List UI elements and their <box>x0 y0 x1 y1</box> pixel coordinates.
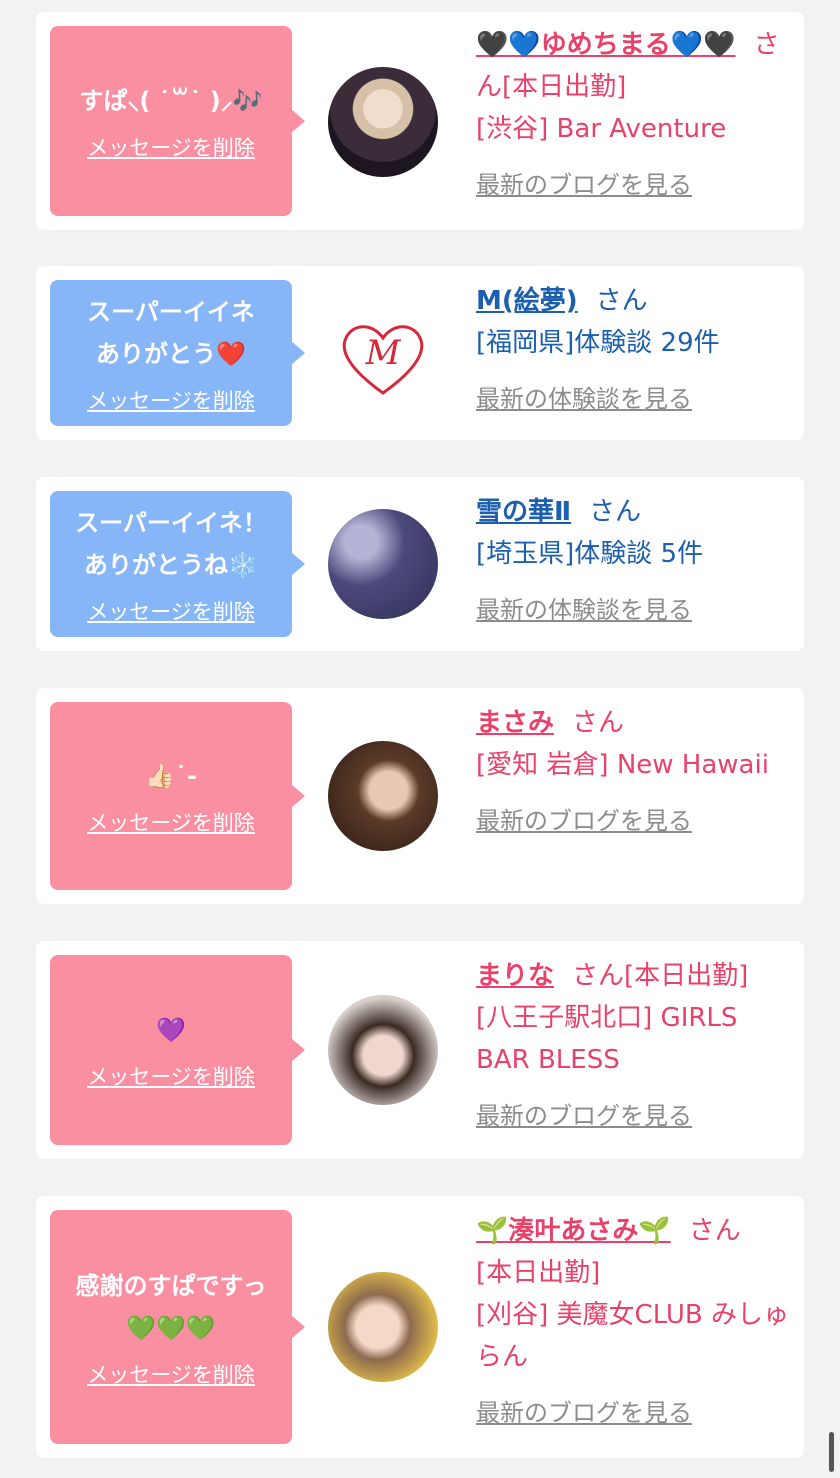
user-avatar[interactable] <box>328 995 438 1105</box>
message-card: すぱ⸜( ˙꒳˙ )⸝🎶 メッセージを削除 🖤💙ゆめちまる💙🖤 さん[本日出勤] … <box>36 12 804 230</box>
message-text: すぱ⸜( ˙꒳˙ )⸝🎶 <box>79 87 263 115</box>
message-bubble: 感謝のすぱですっ 💚💚💚 メッセージを削除 <box>50 1210 305 1444</box>
user-avatar[interactable] <box>328 509 438 619</box>
message-card: スーパーイイネ ありがとう❤️ メッセージを削除 M M(絵夢) さん [福岡県]… <box>36 266 804 440</box>
user-info: 🌱湊叶あさみ🌱 さん [本日出勤] [刈谷] 美魔女CLUB みしゅらん 最新のブ… <box>476 1210 796 1434</box>
delete-message-link[interactable]: メッセージを削除 <box>87 132 255 162</box>
user-info: まさみ さん [愛知 岩倉] New Hawaii 最新のブログを見る <box>476 702 796 842</box>
latest-review-link[interactable]: 最新の体験談を見る <box>476 589 692 631</box>
honorific-status: さん <box>589 497 642 527</box>
message-card: スーパーイイネ！ ありがとうね❄️ メッセージを削除 雪の華Ⅱ さん [埼玉県]体… <box>36 477 804 651</box>
honorific-status: さん <box>688 1216 741 1246</box>
message-bubble: 👍🏻˙- メッセージを削除 <box>50 702 305 890</box>
message-text: 👍🏻˙- <box>145 762 197 790</box>
review-count: [福岡県]体験談 29件 <box>476 328 720 358</box>
heart-m-logo-icon[interactable]: M <box>328 298 438 408</box>
message-card: 👍🏻˙- メッセージを削除 まさみ さん [愛知 岩倉] New Hawaii 最… <box>36 688 804 904</box>
user-name-link[interactable]: 🌱湊叶あさみ🌱 <box>476 1216 671 1246</box>
shop-detail: [渋谷] Bar Aventure <box>476 114 727 144</box>
honorific-status: さん <box>595 286 648 316</box>
latest-review-link[interactable]: 最新の体験談を見る <box>476 378 692 420</box>
delete-message-link[interactable]: メッセージを削除 <box>87 807 255 837</box>
shop-detail: [刈谷] 美魔女CLUB みしゅらん <box>476 1300 790 1372</box>
message-bubble: すぱ⸜( ˙꒳˙ )⸝🎶 メッセージを削除 <box>50 26 305 216</box>
message-text: 💜 <box>156 1016 186 1044</box>
user-avatar[interactable] <box>328 67 438 177</box>
honorific-status: さん <box>572 708 625 738</box>
message-card: 感謝のすぱですっ 💚💚💚 メッセージを削除 🌱湊叶あさみ🌱 さん [本日出勤] [… <box>36 1196 804 1458</box>
user-name-link[interactable]: 雪の華Ⅱ <box>476 497 571 527</box>
delete-message-link[interactable]: メッセージを削除 <box>87 596 255 626</box>
user-name-link[interactable]: まりな <box>476 961 554 991</box>
user-name-link[interactable]: M(絵夢) <box>476 286 578 316</box>
user-avatar[interactable] <box>328 741 438 851</box>
shop-detail: [八王子駅北口] GIRLS BAR BLESS <box>476 1003 738 1075</box>
user-avatar[interactable] <box>328 1272 438 1382</box>
message-bubble: スーパーイイネ！ ありがとうね❄️ メッセージを削除 <box>50 491 305 637</box>
message-bubble: 💜 メッセージを削除 <box>50 955 305 1145</box>
delete-message-link[interactable]: メッセージを削除 <box>87 1359 255 1389</box>
delete-message-link[interactable]: メッセージを削除 <box>87 385 255 415</box>
delete-message-link[interactable]: メッセージを削除 <box>87 1061 255 1091</box>
latest-blog-link[interactable]: 最新のブログを見る <box>476 1392 692 1434</box>
honorific-status: さん[本日出勤] <box>572 961 749 991</box>
scrollbar[interactable] <box>829 1432 834 1472</box>
user-info: 雪の華Ⅱ さん [埼玉県]体験談 5件 最新の体験談を見る <box>476 491 796 631</box>
latest-blog-link[interactable]: 最新のブログを見る <box>476 1095 692 1137</box>
user-info: 🖤💙ゆめちまる💙🖤 さん[本日出勤] [渋谷] Bar Aventure 最新のブ… <box>476 24 796 206</box>
user-name-link[interactable]: 🖤💙ゆめちまる💙🖤 <box>476 30 736 60</box>
review-count: [埼玉県]体験談 5件 <box>476 539 704 569</box>
heart-logo-letter: M <box>365 333 402 373</box>
message-text: スーパーイイネ ありがとう❤️ <box>87 298 255 368</box>
work-status: [本日出勤] <box>476 1258 601 1288</box>
message-text: 感謝のすぱですっ 💚💚💚 <box>75 1272 267 1342</box>
user-info: M(絵夢) さん [福岡県]体験談 29件 最新の体験談を見る <box>476 280 796 420</box>
latest-blog-link[interactable]: 最新のブログを見る <box>476 164 692 206</box>
user-info: まりな さん[本日出勤] [八王子駅北口] GIRLS BAR BLESS 最新の… <box>476 955 796 1137</box>
message-text: スーパーイイネ！ ありがとうね❄️ <box>75 509 267 579</box>
message-card: 💜 メッセージを削除 まりな さん[本日出勤] [八王子駅北口] GIRLS BA… <box>36 941 804 1159</box>
heart-m-logo-svg: M <box>342 325 424 395</box>
shop-detail: [愛知 岩倉] New Hawaii <box>476 750 769 780</box>
user-name-link[interactable]: まさみ <box>476 708 554 738</box>
message-bubble: スーパーイイネ ありがとう❤️ メッセージを削除 <box>50 280 305 426</box>
latest-blog-link[interactable]: 最新のブログを見る <box>476 800 692 842</box>
